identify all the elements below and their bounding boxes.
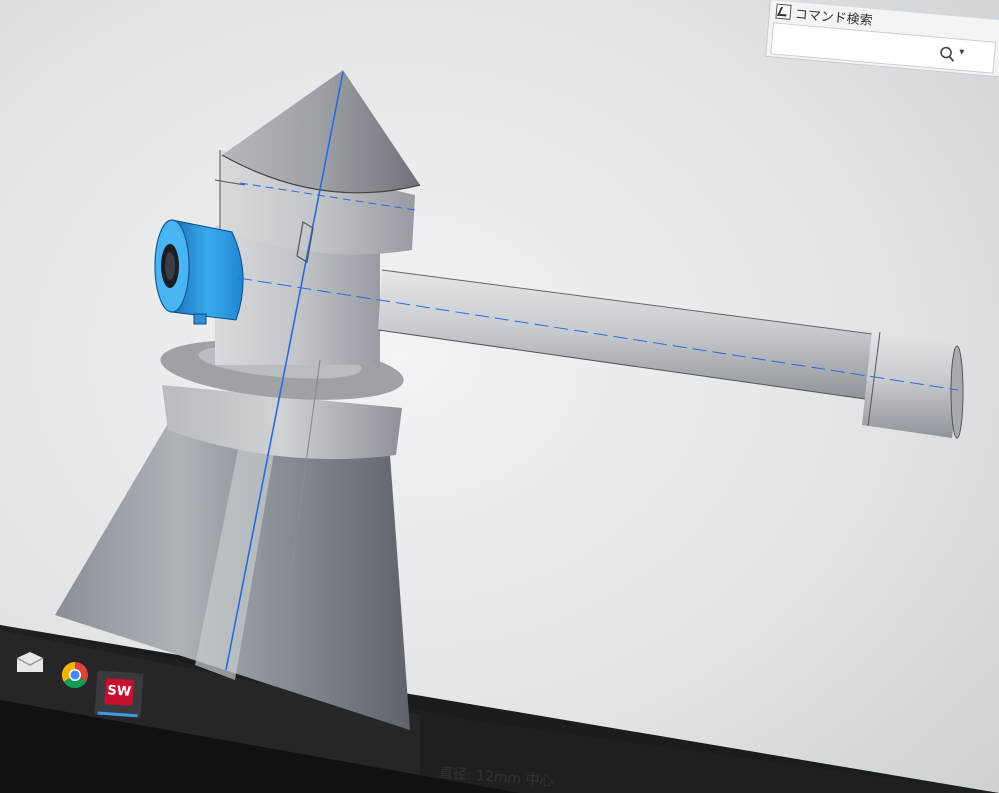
chrome-icon[interactable] xyxy=(60,660,90,690)
cad-screen xyxy=(0,0,999,793)
chevron-down-icon[interactable]: ▾ xyxy=(959,47,965,58)
solidworks-icon: SW xyxy=(104,678,135,706)
solidworks-icon-label: SW xyxy=(106,683,132,700)
command-icon xyxy=(775,3,792,20)
rod-end-face xyxy=(950,345,964,439)
small-key xyxy=(193,313,207,325)
search-icon[interactable] xyxy=(936,44,959,64)
rod-end-knob[interactable] xyxy=(862,330,962,438)
mail-icon[interactable] xyxy=(14,648,46,676)
solidworks-taskbar-button[interactable]: SW xyxy=(94,670,144,718)
